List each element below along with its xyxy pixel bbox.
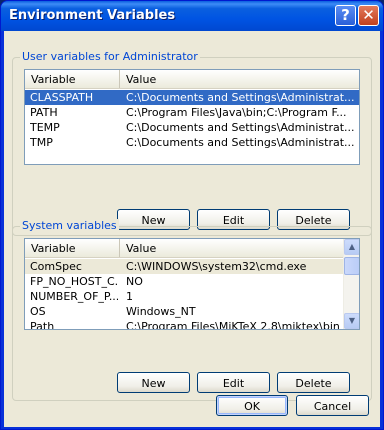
system-edit-button[interactable]: Edit <box>197 372 270 393</box>
variable-name-cell: Path <box>30 320 55 330</box>
system-list-header: Variable Value <box>25 239 343 258</box>
variable-value-cell: C:\WINDOWS\system32\cmd.exe <box>126 260 307 273</box>
variable-value-cell: C:\Program Files\Java\bin;C:\Program F..… <box>126 106 347 119</box>
variable-value-cell: C:\Documents and Settings\Administrat... <box>126 136 355 149</box>
table-row[interactable]: Path C:\Program Files\MiKTeX 2.8\miktex\b… <box>25 319 343 330</box>
table-row[interactable]: FP_NO_HOST_C... NO <box>25 274 343 289</box>
variable-value-cell: 1 <box>126 290 133 303</box>
ok-button[interactable]: OK <box>216 395 288 416</box>
table-row[interactable]: TEMP C:\Documents and Settings\Administra… <box>25 120 359 135</box>
system-variables-group: System variables Variable Value ComSpec C… <box>12 219 372 401</box>
help-button[interactable]: ? <box>335 5 356 26</box>
user-variables-group: User variables for Administrator Variabl… <box>12 50 372 236</box>
table-row[interactable]: OS Windows_NT <box>25 304 343 319</box>
variable-name-cell: TEMP <box>30 121 60 134</box>
column-header-value[interactable]: Value <box>120 70 359 88</box>
close-button[interactable]: ✕ <box>358 5 379 26</box>
window-title: Environment Variables <box>9 8 176 23</box>
variable-name-cell: ComSpec <box>30 260 82 273</box>
system-variables-list[interactable]: Variable Value ComSpec C:\WINDOWS\system3… <box>24 238 360 330</box>
system-new-button[interactable]: New <box>117 372 190 393</box>
system-delete-button[interactable]: Delete <box>277 372 350 393</box>
scroll-up-arrow-icon[interactable]: ▲ <box>344 239 359 255</box>
table-row[interactable]: ComSpec C:\WINDOWS\system32\cmd.exe <box>25 259 343 274</box>
table-row[interactable]: CLASSPATH C:\Documents and Settings\Admin… <box>25 90 359 105</box>
dialog-client-area: User variables for Administrator Variabl… <box>4 31 380 427</box>
variable-name-cell: NUMBER_OF_P... <box>30 290 118 303</box>
variable-value-cell: C:\Documents and Settings\Administrat... <box>126 91 355 104</box>
column-header-variable[interactable]: Variable <box>25 70 120 88</box>
cancel-button[interactable]: Cancel <box>296 395 369 416</box>
user-variables-list[interactable]: Variable Value CLASSPATH C:\Documents and… <box>24 69 360 165</box>
scroll-thumb[interactable] <box>344 257 359 275</box>
scroll-down-arrow-icon[interactable]: ▼ <box>344 313 359 329</box>
table-row[interactable]: PATH C:\Program Files\Java\bin;C:\Program… <box>25 105 359 120</box>
title-bar[interactable]: Environment Variables ? ✕ <box>1 1 383 31</box>
table-row[interactable]: TMP C:\Documents and Settings\Administrat… <box>25 135 359 150</box>
system-list-scrollbar[interactable]: ▲ ▼ <box>343 239 359 329</box>
user-variables-group-label: User variables for Administrator <box>20 50 200 63</box>
table-row[interactable]: NUMBER_OF_P... 1 <box>25 289 343 304</box>
column-header-variable[interactable]: Variable <box>25 239 120 257</box>
system-list-rows: ComSpec C:\WINDOWS\system32\cmd.exe FP_NO_… <box>25 259 343 330</box>
variable-value-cell: C:\Program Files\MiKTeX 2.8\miktex\bin..… <box>126 320 340 330</box>
variable-value-cell: Windows_NT <box>126 305 196 318</box>
variable-name-cell: OS <box>30 305 46 318</box>
variable-name-cell: PATH <box>30 106 58 119</box>
variable-value-cell: C:\Documents and Settings\Administrat... <box>126 121 355 134</box>
user-list-rows: CLASSPATH C:\Documents and Settings\Admin… <box>25 90 359 150</box>
environment-variables-window: Environment Variables ? ✕ User variables… <box>0 0 384 430</box>
variable-name-cell: FP_NO_HOST_C... <box>30 275 118 288</box>
user-list-header: Variable Value <box>25 70 359 89</box>
system-variables-group-label: System variables <box>20 219 119 232</box>
variable-value-cell: NO <box>126 275 143 288</box>
variable-name-cell: CLASSPATH <box>30 91 94 104</box>
variable-name-cell: TMP <box>30 136 53 149</box>
column-header-value[interactable]: Value <box>120 239 343 257</box>
